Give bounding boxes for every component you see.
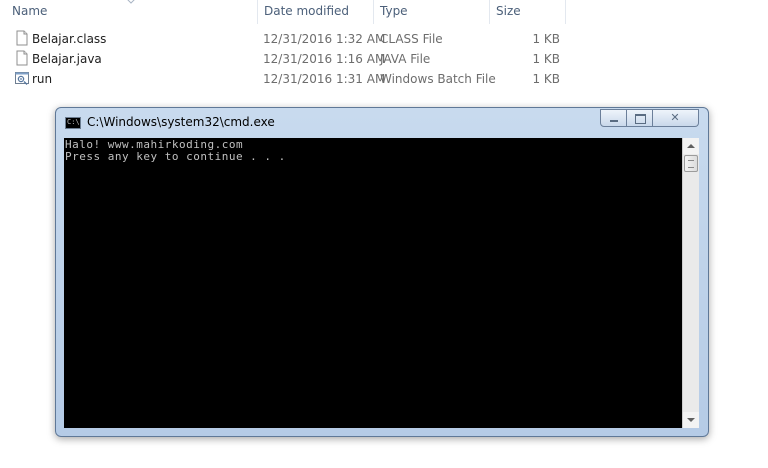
scroll-down-arrow-icon[interactable] [683,412,699,428]
scroll-up-arrow-icon[interactable] [683,138,699,154]
blank-file-icon [16,30,28,46]
file-date-modified: 12/31/2016 1:16 AM [263,52,386,66]
file-row-belajar-java[interactable]: Belajar.java 12/31/2016 1:16 AM JAVA Fil… [0,49,768,69]
file-type: JAVA File [380,52,431,66]
column-header-name[interactable]: Name [6,0,258,24]
column-header-bar: Name Date modified Type Size [0,0,768,24]
file-type: Windows Batch File [380,72,496,86]
column-header-size[interactable]: Size [490,0,566,24]
file-type: CLASS File [380,32,443,46]
file-list: Name Date modified Type Size Belajar.cla… [0,0,768,100]
vertical-scrollbar[interactable] [682,138,699,428]
window-title: C:\Windows\system32\cmd.exe [87,115,275,129]
scrollbar-thumb[interactable] [684,155,698,172]
column-header-type[interactable]: Type [374,0,490,24]
console-line: Halo! www.mahirkoding.com [65,138,244,151]
maximize-button[interactable] [627,109,653,127]
file-row-belajar-class[interactable]: Belajar.class 12/31/2016 1:32 AM CLASS F… [0,29,768,49]
close-button[interactable]: ✕ [653,109,699,127]
file-row-run[interactable]: run 12/31/2016 1:31 AM Windows Batch Fil… [0,69,768,89]
console-line: Press any key to continue . . . [65,150,286,163]
console-output[interactable]: Halo! www.mahirkoding.com Press any key … [64,138,682,428]
file-date-modified: 12/31/2016 1:31 AM [263,72,386,86]
window-titlebar[interactable]: C:\ C:\Windows\system32\cmd.exe ✕ [56,108,708,138]
file-name: run [32,72,53,86]
file-name: Belajar.java [32,52,102,66]
console-icon-label: C:\ [67,118,80,126]
cmd-window[interactable]: C:\ C:\Windows\system32\cmd.exe ✕ Halo! … [55,107,709,437]
column-header-date-modified[interactable]: Date modified [258,0,374,24]
file-size: 1 KB [532,52,560,66]
batch-file-icon [15,72,29,85]
console-icon[interactable]: C:\ [65,117,81,129]
file-size: 1 KB [532,32,560,46]
file-size: 1 KB [532,72,560,86]
blank-file-icon [16,50,28,66]
file-date-modified: 12/31/2016 1:32 AM [263,32,386,46]
file-name: Belajar.class [32,32,107,46]
minimize-button[interactable] [600,109,627,127]
close-icon: ✕ [670,111,680,124]
